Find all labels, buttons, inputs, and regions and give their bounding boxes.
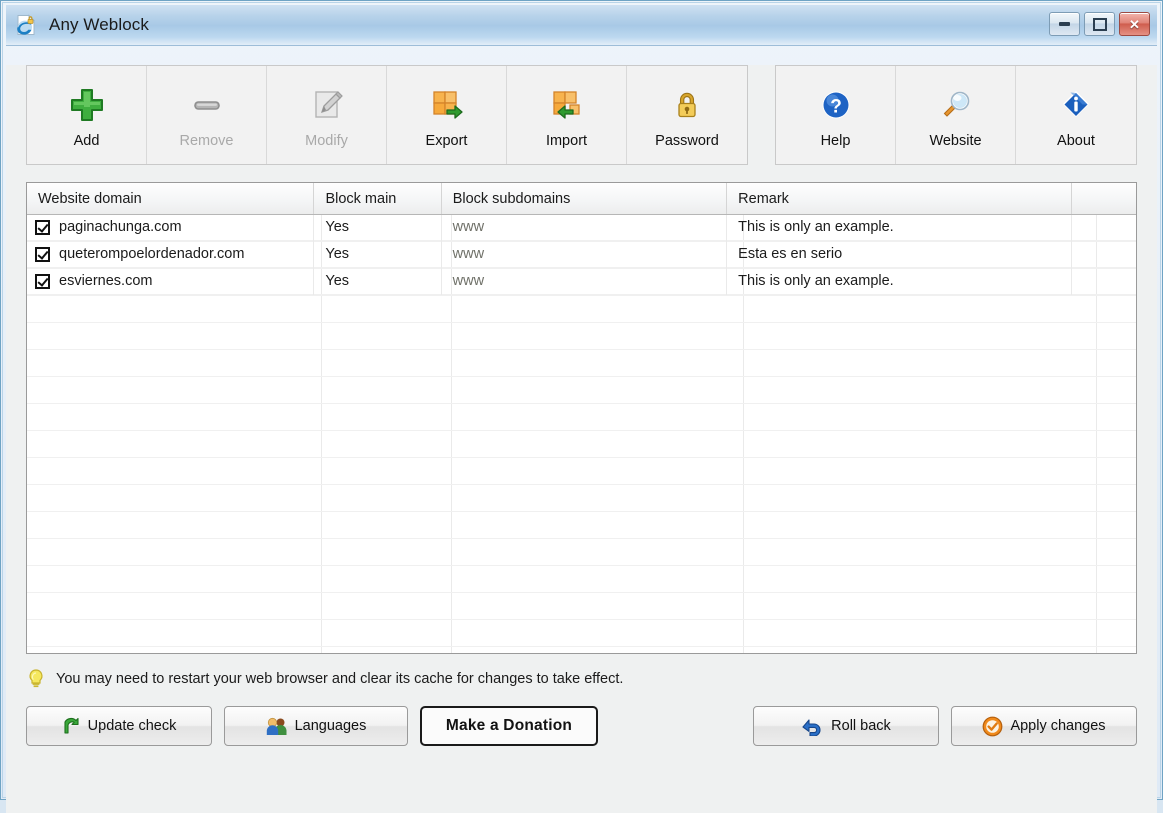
footer-left-group: Update check Languages Make a Dona <box>26 706 598 746</box>
hint-bar: You may need to restart your web browser… <box>26 666 1137 692</box>
window-title: Any Weblock <box>49 15 149 35</box>
update-check-label: Update check <box>88 718 177 734</box>
hint-text: You may need to restart your web browser… <box>56 671 623 687</box>
maximize-button[interactable] <box>1084 12 1115 36</box>
toolbar-label-import: Import <box>546 133 587 149</box>
title-bar: Any Weblock ✕ <box>6 5 1157 46</box>
blue-question-mark-icon: ? <box>816 81 856 129</box>
toolbar-button-about[interactable]: About <box>1016 66 1136 164</box>
cell-website-domain-text: esviernes.com <box>59 273 152 289</box>
two-people-icon <box>266 717 288 736</box>
cell-block-subdomains: www <box>442 214 728 241</box>
column-header-website-domain[interactable]: Website domain <box>27 183 314 214</box>
table-header-row: Website domain Block main Block subdomai… <box>27 183 1136 215</box>
languages-label: Languages <box>295 718 367 734</box>
cell-block-main: Yes <box>314 268 441 295</box>
blue-undo-arrow-icon <box>801 717 824 736</box>
toolbar-label-about: About <box>1057 133 1095 149</box>
table-row[interactable]: paginachunga.com YeswwwThis is only an ex… <box>27 214 1136 241</box>
cell-website-domain: paginachunga.com <box>27 214 314 241</box>
row-checkbox[interactable] <box>35 220 50 235</box>
cell-extra <box>1072 268 1136 295</box>
make-a-donation-button[interactable]: Make a Donation <box>420 706 598 746</box>
toolbar-group-right: ? Help Website <box>775 65 1137 165</box>
cell-website-domain: esviernes.com <box>27 268 314 295</box>
cell-remark: This is only an example. <box>727 214 1072 241</box>
cell-website-domain: queterompoelordenador.com <box>27 241 314 268</box>
app-icon <box>15 14 37 36</box>
minimize-button[interactable] <box>1049 12 1080 36</box>
row-checkbox[interactable] <box>35 247 50 262</box>
gold-padlock-icon <box>667 81 707 129</box>
footer-bar: Update check Languages Make a Dona <box>26 706 1137 746</box>
toolbar-button-modify[interactable]: Modify <box>267 66 387 164</box>
cell-block-main: Yes <box>314 241 441 268</box>
close-icon: ✕ <box>1129 18 1140 31</box>
window-controls: ✕ <box>1049 12 1150 36</box>
footer-right-group: Roll back Apply changes <box>753 706 1137 746</box>
toolbar-button-remove[interactable]: Remove <box>147 66 267 164</box>
minimize-icon <box>1059 22 1070 26</box>
toolbar-button-password[interactable]: Password <box>627 66 747 164</box>
toolbar-button-add[interactable]: Add <box>27 66 147 164</box>
toolbar-group-left: Add Remove <box>26 65 748 165</box>
toolbar-label-website: Website <box>929 133 981 149</box>
column-header-remark[interactable]: Remark <box>727 183 1072 214</box>
table-body: paginachunga.comYeswwwThis is only an ex… <box>27 214 1136 653</box>
magnifying-glass-icon <box>936 81 976 129</box>
toolbar-button-export[interactable]: Export <box>387 66 507 164</box>
client-area: Add Remove <box>6 65 1157 813</box>
svg-text:?: ? <box>830 97 842 118</box>
grey-minus-icon <box>187 81 227 129</box>
toolbar-label-remove: Remove <box>180 133 234 149</box>
apply-changes-label: Apply changes <box>1010 718 1105 734</box>
toolbar-label-modify: Modify <box>305 133 348 149</box>
green-plus-icon <box>67 81 107 129</box>
column-header-block-main[interactable]: Block main <box>314 183 441 214</box>
cell-website-domain-text: paginachunga.com <box>59 219 182 235</box>
toolbar-button-help[interactable]: ? Help <box>776 66 896 164</box>
make-a-donation-label: Make a Donation <box>446 717 572 735</box>
table-row[interactable]: esviernes.com YeswwwThis is only an examp… <box>27 268 1136 295</box>
blocklist-table[interactable]: Website domain Block main Block subdomai… <box>26 182 1137 654</box>
cell-block-subdomains: www <box>442 268 728 295</box>
green-update-arrow-icon <box>62 717 81 736</box>
cell-extra <box>1072 214 1136 241</box>
row-checkbox[interactable] <box>35 274 50 289</box>
languages-button[interactable]: Languages <box>224 706 408 746</box>
toolbar-label-help: Help <box>821 133 851 149</box>
toolbar-label-export: Export <box>426 133 468 149</box>
close-button[interactable]: ✕ <box>1119 12 1150 36</box>
cell-website-domain-text: queterompoelordenador.com <box>59 246 244 262</box>
roll-back-button[interactable]: Roll back <box>753 706 939 746</box>
cell-block-main: Yes <box>314 214 441 241</box>
column-header-block-subdomains[interactable]: Block subdomains <box>442 183 727 214</box>
apply-changes-button[interactable]: Apply changes <box>951 706 1137 746</box>
toolbar-label-add: Add <box>74 133 100 149</box>
maximize-icon <box>1093 18 1107 31</box>
cell-remark: This is only an example. <box>727 268 1072 295</box>
toolbar: Add Remove <box>26 65 1137 165</box>
export-blocks-arrow-icon <box>427 81 467 129</box>
table-row[interactable]: queterompoelordenador.com YeswwwEsta es e… <box>27 241 1136 268</box>
lightbulb-icon <box>26 668 46 690</box>
pencil-note-icon <box>307 81 347 129</box>
toolbar-label-password: Password <box>655 133 719 149</box>
roll-back-label: Roll back <box>831 718 891 734</box>
cell-remark: Esta es en serio <box>727 241 1072 268</box>
update-check-button[interactable]: Update check <box>26 706 212 746</box>
toolbar-button-import[interactable]: Import <box>507 66 627 164</box>
cell-extra <box>1072 241 1136 268</box>
toolbar-button-website[interactable]: Website <box>896 66 1016 164</box>
import-blocks-arrow-icon <box>547 81 587 129</box>
column-header-extra[interactable] <box>1072 183 1136 214</box>
blue-info-diamond-icon <box>1056 81 1096 129</box>
orange-check-circle-icon <box>982 716 1003 737</box>
application-window: Any Weblock ✕ <box>0 0 1163 800</box>
cell-block-subdomains: www <box>442 241 728 268</box>
